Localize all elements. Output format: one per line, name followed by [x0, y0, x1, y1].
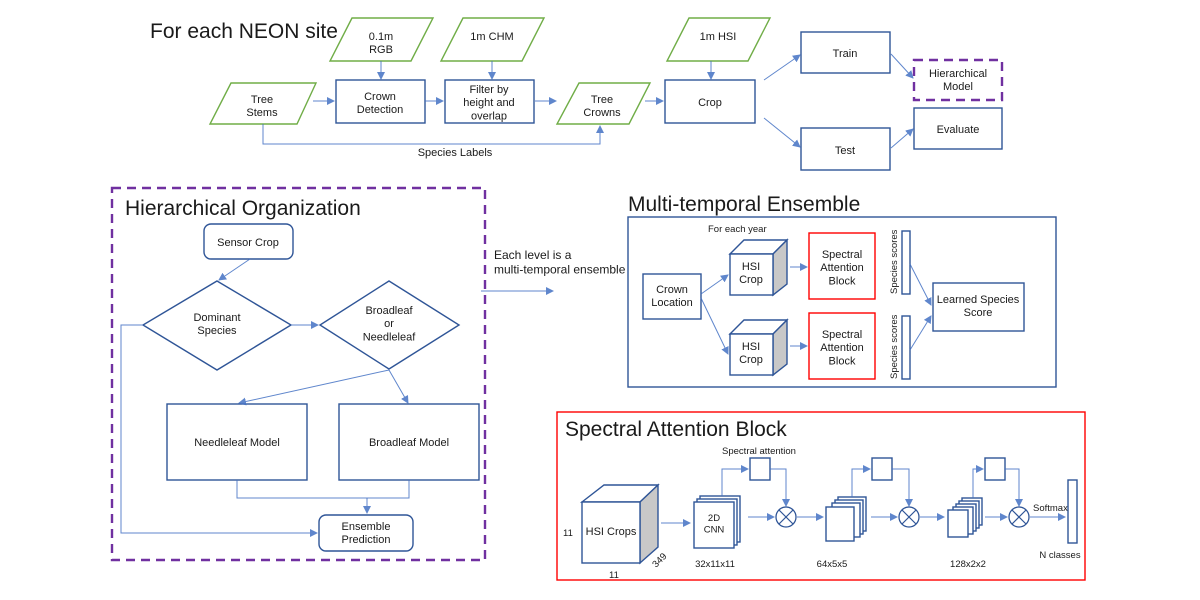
edge-models-merge [236, 480, 410, 499]
edge-test-to-evaluate [890, 128, 914, 149]
hierarchy-frame [110, 186, 487, 562]
ensemble-title: Multi-temporal Ensemble [628, 193, 860, 216]
attention-box-2 [871, 457, 893, 481]
crown-location-label: Crown Location [651, 284, 693, 309]
input-hsi-label: 1m HSI [700, 31, 737, 43]
edge-cnn-to-attention-1 [721, 465, 749, 496]
species-scores-bar-1 [901, 230, 911, 295]
multiply-icon-2 [898, 506, 920, 528]
dominant-species-label: Dominant Species [193, 312, 240, 337]
edge-stack-3-to-attention-3 [972, 465, 984, 498]
edge-location-to-crop-2 [700, 297, 729, 355]
needleleaf-model-label: Needleleaf Model [194, 437, 280, 449]
evaluate-label: Evaluate [937, 124, 980, 136]
feature-stack-2 [825, 496, 867, 542]
edge-sensor-to-dominant [218, 258, 251, 281]
hsi-crops-cube: HSI Crops [579, 483, 660, 565]
train-label: Train [833, 48, 858, 60]
multiply-icon-1 [775, 506, 797, 528]
crop-label: Crop [698, 97, 722, 109]
test-label: Test [835, 145, 855, 157]
edge-stack-2-to-attention-2 [851, 465, 871, 497]
shape-label-2: 64x5x5 [817, 559, 848, 570]
edge-species-labels [262, 124, 604, 145]
dim-height-label: 11 [563, 528, 573, 539]
edge-to-needleleaf-model [238, 369, 390, 406]
softmax-label: Softmax [1033, 503, 1068, 514]
spectral-block-title: Spectral Attention Block [565, 418, 787, 441]
species-labels-text: Species Labels [418, 147, 493, 159]
species-scores-label-1: Species scores [889, 229, 900, 294]
feature-stack-3 [947, 497, 983, 538]
ensemble-prediction-label: Ensemble Prediction [342, 521, 391, 546]
hsi-crop-label-1: HSI Crop [739, 261, 763, 286]
shape-label-3: 128x2x2 [950, 559, 986, 570]
hierarchy-title: Hierarchical Organization [125, 197, 361, 220]
edge-crop-to-test [763, 117, 801, 148]
edge-attention-2-to-mult-2 [892, 468, 913, 507]
filter-label: Filter by height and overlap [463, 84, 514, 122]
pipeline-title: For each NEON site [150, 20, 338, 43]
spectral-attention-label: Spectral attention [722, 446, 796, 457]
species-scores-bar-2 [901, 315, 911, 380]
broadleaf-model-label: Broadleaf Model [369, 437, 449, 449]
hierarchical-model-box [912, 58, 1004, 102]
multiply-icon-3 [1008, 506, 1030, 528]
edge-scores-to-learned-1 [909, 263, 932, 306]
attention-box-3 [984, 457, 1006, 481]
for-each-year-label: For each year [708, 224, 767, 235]
architecture-diagram: For each NEON site 0.1m RGB 1m CHM 1m HSI… [110, 17, 1086, 581]
spectral-block-section: Spectral Attention Block HSI Crops 11 11… [556, 411, 1086, 581]
sensor-crop-label: Sensor Crop [217, 237, 279, 249]
edge-to-broadleaf-model [388, 369, 409, 404]
hierarchy-section: Hierarchical Organization Sensor Crop Do… [110, 186, 487, 562]
edge-attention-3-to-mult-3 [1005, 468, 1023, 507]
input-rgb-label: 0.1m RGB [369, 31, 393, 56]
shape-label-1: 32x11x11 [695, 559, 735, 570]
hsi-crop-cube-2: HSI Crop [728, 318, 789, 377]
hsi-crops-label: HSI Crops [586, 526, 637, 538]
n-classes-label: N classes [1039, 550, 1080, 561]
n-classes-output-bar [1067, 479, 1078, 544]
hsi-crop-label-2: HSI Crop [739, 341, 763, 366]
ensemble-section: Multi-temporal Ensemble For each year Cr… [627, 193, 1057, 388]
attention-box-1 [749, 457, 771, 481]
edge-scores-to-learned-2 [909, 315, 932, 351]
hierarchical-model-label: Hierarchical Model [929, 68, 987, 93]
species-scores-label-2: Species scores [889, 314, 900, 379]
bridge-note: Each level is a multi-temporal ensemble [494, 248, 626, 276]
edge-train-to-model [890, 53, 914, 79]
pipeline-section: For each NEON site 0.1m RGB 1m CHM 1m HSI… [150, 17, 1004, 171]
edge-attention-to-mult-1 [770, 468, 790, 507]
hsi-crop-cube-1: HSI Crop [728, 238, 789, 297]
input-chm-label: 1m CHM [470, 31, 513, 43]
edge-crop-to-train [763, 54, 801, 81]
dim-depth-label: 349 [650, 551, 669, 570]
dim-width-label: 11 [609, 570, 619, 581]
edge-location-to-crop-1 [700, 274, 729, 295]
cnn-feature-stack-1: 2D CNN [693, 495, 741, 549]
bridge: Each level is a multi-temporal ensemble [481, 248, 626, 295]
